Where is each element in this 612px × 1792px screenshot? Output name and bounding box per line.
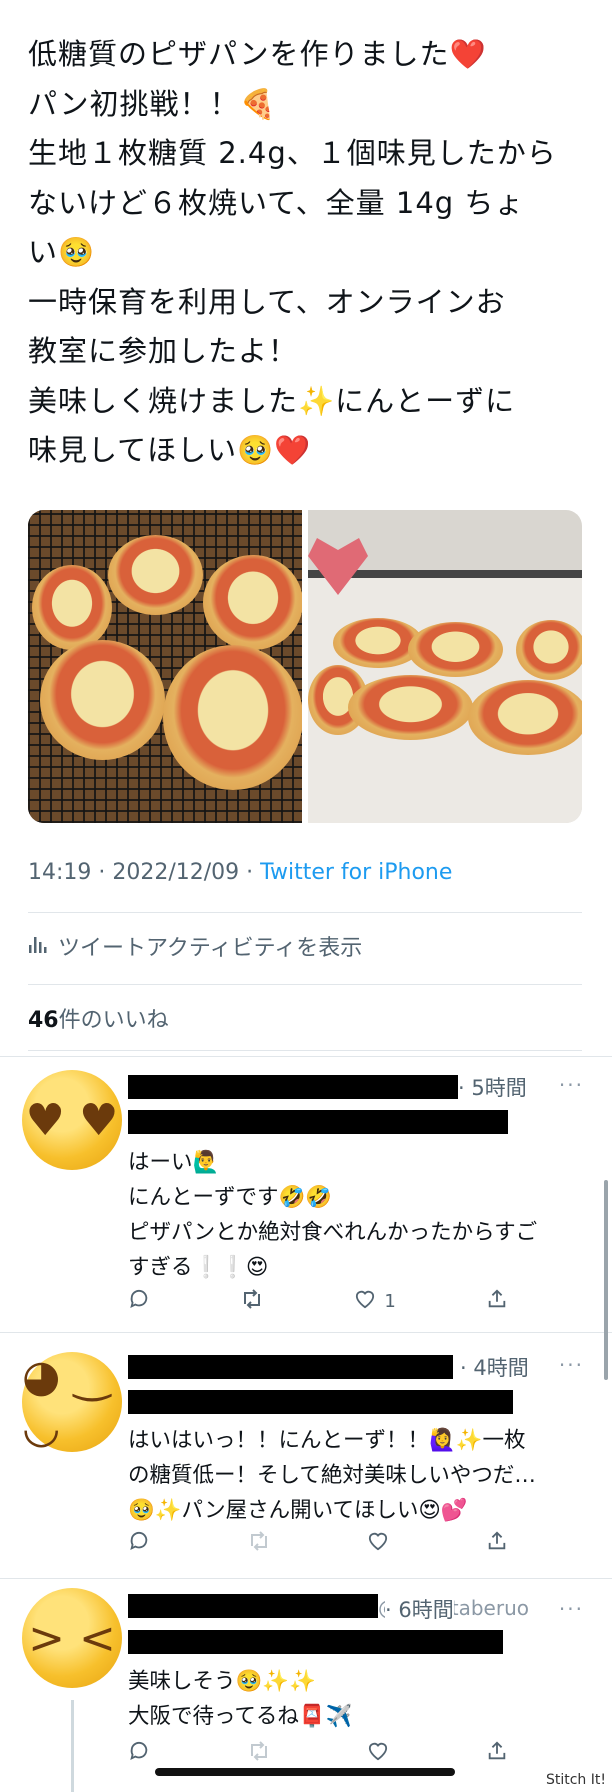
- like-button[interactable]: [367, 1741, 389, 1766]
- tweet-text: 低糖質のピザパンを作りました❤️ パン初挑戦！！🍕 生地１枚糖質 2.4g、１個…: [28, 30, 598, 476]
- redacted-reply-to: [128, 1630, 503, 1654]
- scrollbar[interactable]: [604, 1180, 608, 1380]
- tweet-line: 低糖質のピザパンを作りました❤️: [28, 37, 487, 71]
- divider: [0, 1578, 612, 1579]
- reply-time: · 4時間: [460, 1356, 529, 1380]
- reply-line: はいはいっ！！にんとーず！！🙋‍♀️✨一枚: [128, 1428, 526, 1453]
- tweet-line: 生地１枚糖質 2.4g、１個味見したから: [28, 136, 557, 170]
- reply-actions: 1: [128, 1288, 508, 1315]
- retweet-button[interactable]: [240, 1288, 264, 1315]
- photo-pizzas-on-rack[interactable]: [28, 510, 302, 823]
- tweet-meta: 14:19 · 2022/12/09 · Twitter for iPhone: [28, 860, 452, 885]
- divider: [28, 1050, 582, 1051]
- watermark: Stitch It!: [545, 1772, 606, 1788]
- avatar-heart-eyes-face[interactable]: ♥ ♥: [22, 1070, 122, 1170]
- more-icon[interactable]: ···: [559, 1353, 584, 1377]
- tweet-line: 教室に参加したよ！: [28, 334, 299, 368]
- tweet-activity-link[interactable]: ツイートアクティビティを表示: [28, 930, 362, 962]
- share-button[interactable]: [486, 1740, 508, 1767]
- reply-line: 🥹✨パン屋さん開いてほしい😍💕: [128, 1498, 468, 1523]
- reply-body: はーい🙋‍♂️ にんとーずです🤣🤣 ピザパンとか絶対食べれんかったからすご すぎ…: [128, 1145, 537, 1285]
- heart-icon: [354, 1289, 376, 1314]
- share-icon: [486, 1288, 508, 1315]
- comment-icon: [128, 1740, 150, 1767]
- reply-actions: [128, 1530, 508, 1557]
- tweet-line: パン初挑戦！！🍕: [28, 86, 277, 121]
- like-count: 1: [384, 1291, 396, 1312]
- reply-line: 美味しそう🥹✨✨: [128, 1669, 316, 1694]
- redacted-reply-to: [128, 1390, 513, 1414]
- reply-time: · 5時間: [458, 1076, 527, 1100]
- photo-pizzas-on-tray[interactable]: [308, 510, 582, 823]
- reply-line: にんとーずです🤣🤣: [128, 1185, 333, 1210]
- redacted-name: [128, 1075, 458, 1099]
- retweet-icon: [240, 1288, 264, 1315]
- analytics-icon: [28, 934, 48, 959]
- reply-time: · 6時間: [385, 1594, 454, 1624]
- divider: [0, 1332, 612, 1333]
- reply-button[interactable]: [128, 1740, 150, 1767]
- more-icon[interactable]: ···: [559, 1597, 584, 1621]
- tweet-timestamp: 14:19 · 2022/12/09 ·: [28, 860, 261, 885]
- reply-actions: [128, 1740, 508, 1767]
- reply-line: すぎる❕❕😍: [128, 1255, 269, 1280]
- heart-icon: [367, 1741, 389, 1766]
- avatar-winking-tongue-face[interactable]: ◕ ‿ ◡: [22, 1351, 122, 1453]
- share-button[interactable]: [486, 1288, 508, 1315]
- retweet-button[interactable]: [247, 1740, 271, 1767]
- activity-label: ツイートアクティビティを表示: [58, 936, 363, 961]
- reply-line: の糖質低ー！そして絶対美味しいやつだ…: [128, 1463, 536, 1488]
- tweet-source-link[interactable]: Twitter for iPhone: [260, 860, 452, 885]
- heart-icon: [367, 1531, 389, 1556]
- share-icon: [486, 1530, 508, 1557]
- reply-button[interactable]: [128, 1288, 150, 1315]
- redacted-reply-to: [128, 1110, 508, 1134]
- avatar-squinting-grin-face[interactable]: > <: [22, 1588, 122, 1688]
- divider: [28, 984, 582, 985]
- like-button[interactable]: 1: [354, 1289, 396, 1314]
- divider: [0, 1056, 612, 1057]
- tweet-line: 味見してほしい🥹❤️: [28, 433, 312, 467]
- likes-count: 46: [28, 1008, 59, 1033]
- reply-line: ピザパンとか絶対食べれんかったからすご: [128, 1220, 538, 1245]
- likes-summary[interactable]: 46件のいいね: [28, 1002, 169, 1034]
- tweet-line: ないけど６枚焼いて、全量 14g ちょ: [28, 185, 525, 220]
- more-icon[interactable]: ···: [559, 1073, 584, 1097]
- home-indicator[interactable]: [155, 1768, 455, 1776]
- thread-line: [71, 1700, 74, 1792]
- reply-button[interactable]: [128, 1530, 150, 1557]
- like-button[interactable]: [367, 1531, 389, 1556]
- likes-label: 件のいいね: [58, 1008, 169, 1033]
- reply-body: はいはいっ！！にんとーず！！🙋‍♀️✨一枚 の糖質低ー！そして絶対美味しいやつだ…: [128, 1423, 536, 1528]
- tweet-media: [28, 510, 582, 823]
- reply-line: 大阪で待ってるね📮✈️: [128, 1704, 353, 1729]
- comment-icon: [128, 1288, 150, 1315]
- tweet-line: 美味しく焼けました✨にんとーずに: [28, 383, 516, 418]
- divider: [28, 912, 582, 913]
- retweet-button[interactable]: [247, 1530, 271, 1557]
- share-button[interactable]: [486, 1530, 508, 1557]
- retweet-icon: [247, 1740, 271, 1767]
- reply-body: 美味しそう🥹✨✨ 大阪で待ってるね📮✈️: [128, 1664, 352, 1734]
- redacted-name: [128, 1355, 453, 1379]
- tweet-line: 一時保育を利用して、オンラインお: [28, 284, 506, 319]
- retweet-icon: [247, 1530, 271, 1557]
- redacted-name: [128, 1594, 378, 1618]
- reply-line: はーい🙋‍♂️: [128, 1150, 220, 1175]
- comment-icon: [128, 1530, 150, 1557]
- tweet-line: い🥹: [28, 235, 96, 269]
- share-icon: [486, 1740, 508, 1767]
